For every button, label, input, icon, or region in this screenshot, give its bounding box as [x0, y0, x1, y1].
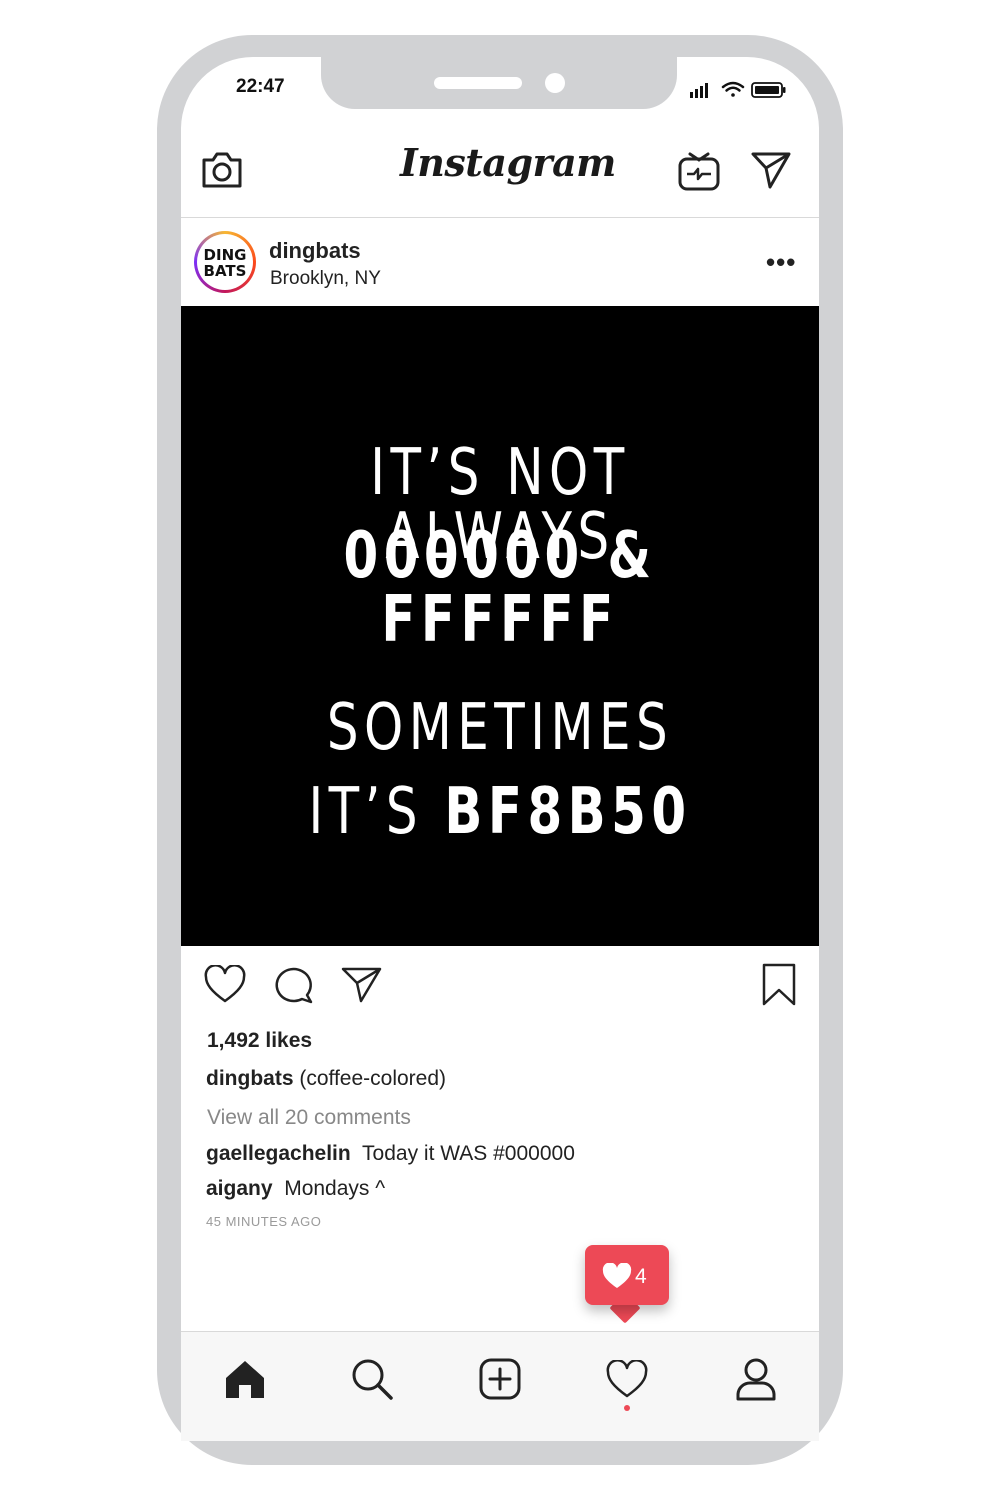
avatar-inner: DING BATS: [197, 234, 253, 290]
status-time: 22:47: [236, 76, 285, 97]
post-timestamp: 45 MINUTES AGO: [206, 1214, 322, 1229]
comment-username[interactable]: gaellegachelin: [206, 1142, 351, 1165]
heart-icon: [602, 1263, 632, 1288]
caption-text: (coffee-colored): [299, 1067, 447, 1090]
header-divider: [181, 217, 819, 218]
battery-icon: [751, 82, 786, 98]
share-icon[interactable]: [341, 966, 383, 1004]
wifi-icon: [721, 81, 745, 97]
post-caption: dingbats (coffee-colored): [206, 1067, 446, 1091]
view-all-comments-link[interactable]: View all 20 comments: [207, 1106, 411, 1130]
caption-username[interactable]: dingbats: [206, 1067, 294, 1090]
status-icons: [690, 81, 786, 98]
home-icon[interactable]: [224, 1358, 266, 1400]
post-image[interactable]: IT’S NOT ALWAYS 000000 & FFFFFF SOMETIME…: [181, 306, 819, 946]
svg-text:BATS: BATS: [204, 262, 247, 280]
search-icon[interactable]: [350, 1357, 394, 1401]
like-heart-icon[interactable]: [203, 965, 247, 1005]
notification-count: 4: [635, 1265, 647, 1288]
dingbats-logo: DING BATS: [204, 246, 247, 280]
signal-icon: [690, 83, 708, 98]
front-camera: [545, 73, 565, 93]
instagram-logo[interactable]: Instagram: [400, 140, 616, 185]
post-line-4-prefix: IT’S: [308, 775, 445, 849]
post-location[interactable]: Brooklyn, NY: [270, 268, 381, 290]
earpiece-speaker: [434, 77, 522, 89]
likes-count[interactable]: 1,492 likes: [207, 1029, 312, 1053]
comment-text: Mondays ^: [284, 1177, 386, 1200]
comment-item: aigany Mondays ^: [206, 1177, 385, 1201]
comment-username[interactable]: aigany: [206, 1177, 273, 1200]
more-options-button[interactable]: •••: [766, 249, 796, 275]
avatar[interactable]: DING BATS: [194, 231, 256, 293]
post-line-3: SOMETIMES: [326, 691, 674, 765]
comment-text: Today it WAS #000000: [362, 1142, 575, 1165]
paper-plane-icon[interactable]: [750, 150, 792, 190]
comment-item: gaellegachelin Today it WAS #000000: [206, 1142, 575, 1166]
post-line-2: 000000 & FFFFFF: [343, 519, 657, 657]
post-username[interactable]: dingbats: [269, 238, 361, 264]
comment-icon[interactable]: [272, 965, 316, 1005]
profile-icon[interactable]: [735, 1356, 777, 1402]
activity-indicator-dot: [624, 1405, 630, 1411]
activity-heart-icon[interactable]: [605, 1360, 649, 1400]
add-post-icon[interactable]: [478, 1357, 522, 1401]
bookmark-icon[interactable]: [761, 963, 797, 1007]
igtv-icon[interactable]: [677, 146, 721, 192]
tab-bar-divider: [181, 1331, 819, 1332]
camera-icon[interactable]: [200, 148, 244, 190]
post-line-4: IT’S BF8B50: [251, 780, 749, 844]
post-line-4-bold: BF8B50: [444, 775, 692, 849]
